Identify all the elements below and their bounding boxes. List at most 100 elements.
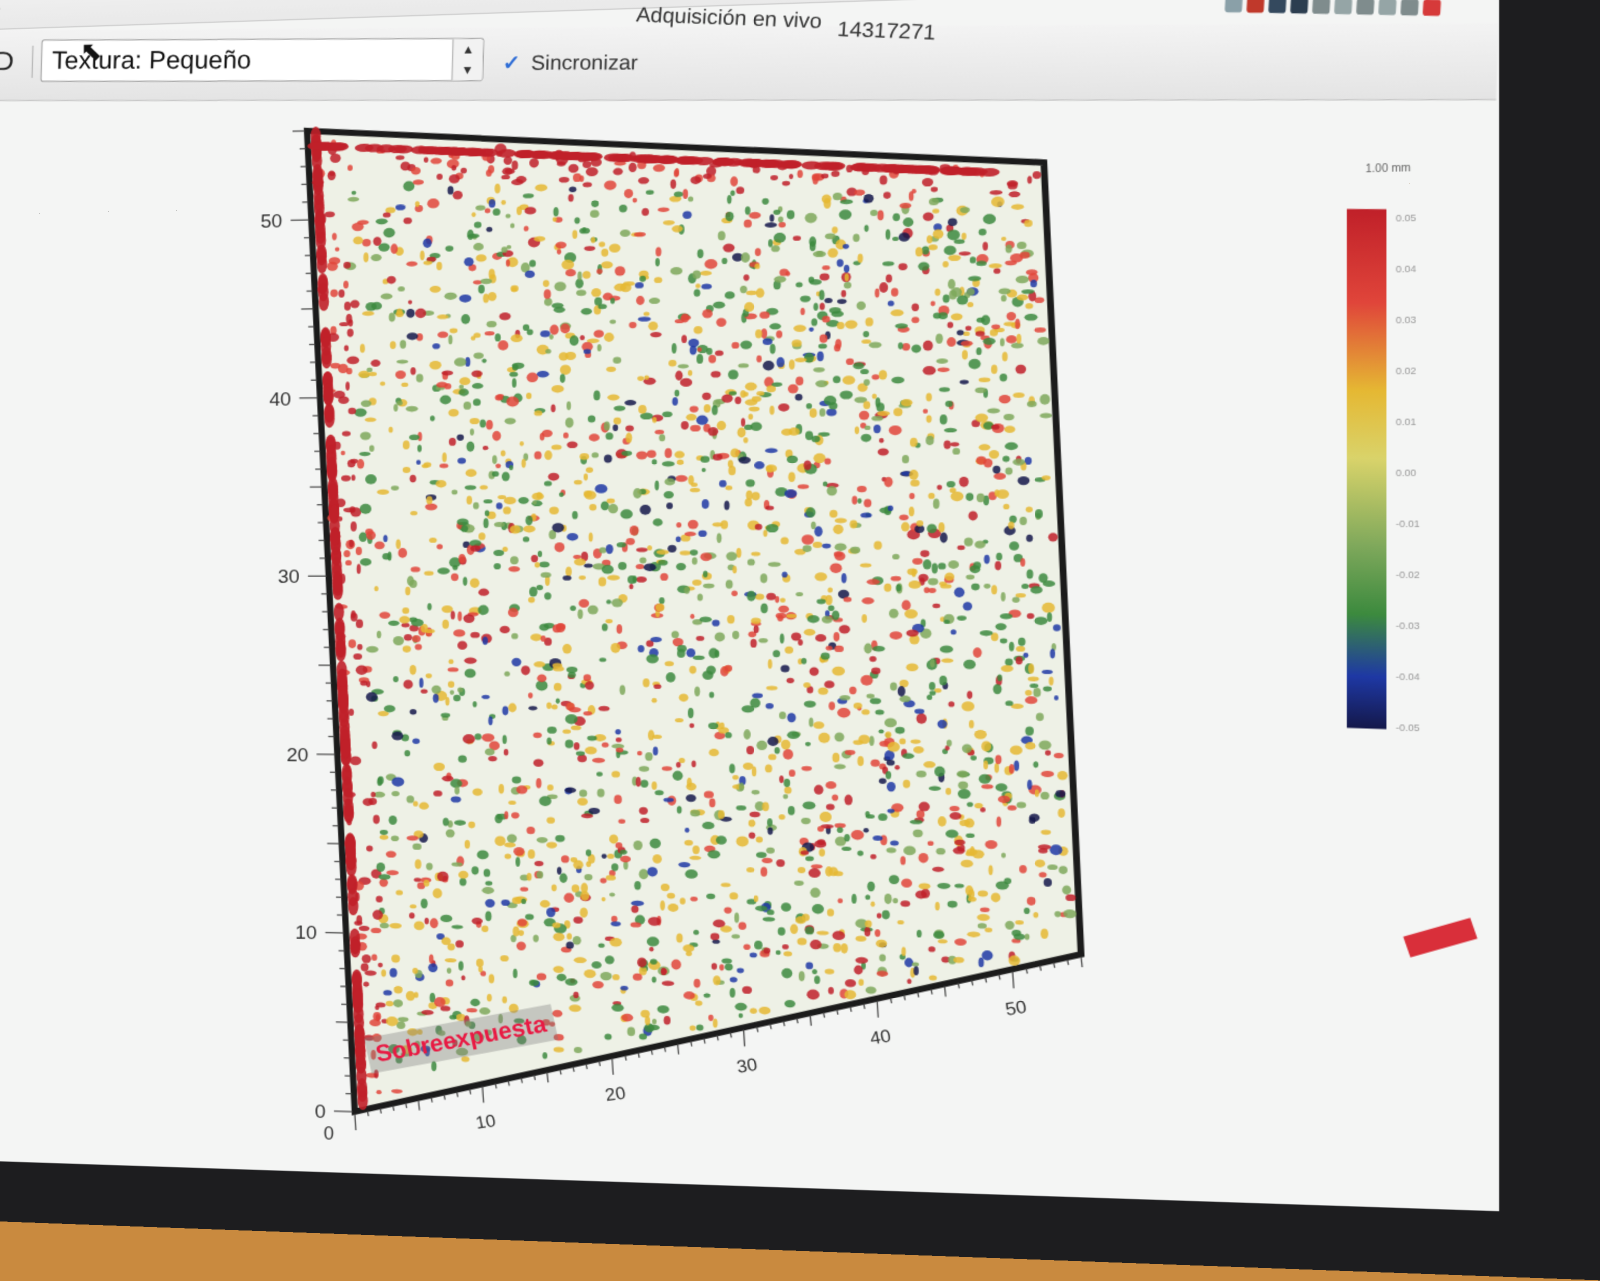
heatmap-cell: [433, 694, 439, 703]
heatmap-cell: [655, 604, 664, 612]
heatmap-plot[interactable]: 0102030405010203040500: [0, 0, 1499, 1211]
heatmap-cell: [532, 500, 536, 504]
heatmap-cell: [426, 673, 432, 678]
heatmap-cell: [480, 420, 486, 428]
heatmap-cell: [567, 533, 579, 541]
heatmap-cell: [616, 624, 622, 634]
heatmap-cell: [927, 524, 937, 533]
heatmap-cell: [640, 505, 651, 515]
heatmap-cell: [350, 506, 356, 513]
heatmap-cell: [852, 496, 858, 505]
heatmap-cell: [783, 749, 793, 760]
heatmap-cell: [426, 496, 432, 504]
heatmap-cell: [803, 545, 812, 552]
heatmap-cell: [801, 535, 813, 545]
heatmap-cell: [939, 582, 947, 586]
heatmap-cell: [523, 537, 530, 542]
heatmap-cell: [611, 643, 621, 653]
heatmap-cell: [926, 436, 934, 445]
heatmap-cell: [751, 618, 761, 625]
heatmap-cell: [586, 467, 593, 473]
heatmap-cell: [835, 543, 847, 551]
heatmap-cell: [959, 477, 969, 487]
heatmap-cell: [684, 532, 696, 537]
scale-readout: 1.00 mm: [1365, 163, 1410, 176]
heatmap-cell: [819, 408, 825, 416]
heatmap-cell: [827, 486, 837, 496]
heatmap-cell: [508, 608, 518, 617]
heatmap-cell: [813, 542, 823, 548]
heatmap-cell: [510, 556, 518, 564]
heatmap-cell: [773, 650, 780, 657]
heatmap-cell: [391, 486, 399, 491]
heatmap-cell: [735, 396, 742, 404]
heatmap-cell: [940, 415, 948, 425]
heatmap-cell: [643, 678, 650, 687]
heatmap-cell: [755, 524, 762, 530]
heatmap-cell: [410, 665, 417, 675]
heatmap-cell: [874, 541, 882, 550]
x-tick: [678, 1044, 679, 1054]
heatmap-cell: [531, 555, 538, 563]
heatmap-cell: [430, 415, 435, 421]
heatmap-cell: [607, 575, 619, 580]
heatmap-cell: [566, 703, 575, 711]
heatmap-cell: [465, 469, 476, 477]
heatmap-cell: [845, 273, 849, 281]
heatmap-cell: [744, 729, 751, 739]
heatmap-cell: [1050, 649, 1055, 659]
heatmap-cell: [731, 591, 737, 597]
heatmap-cell: [655, 258, 660, 267]
heatmap-cell: [1015, 319, 1020, 329]
x-tick: [547, 1072, 548, 1082]
heatmap-cell: [437, 544, 443, 549]
heatmap-cell: [552, 523, 564, 533]
heatmap-cell: [829, 510, 837, 518]
heatmap-cell: [900, 856, 905, 865]
heatmap-cell: [945, 573, 955, 581]
heatmap-cell: [818, 687, 828, 694]
heatmap-cell: [378, 776, 384, 784]
heatmap-cell: [559, 492, 564, 497]
heatmap-cell: [518, 497, 529, 504]
heatmap-cell: [579, 575, 586, 579]
x-tick: [1013, 971, 1014, 988]
heatmap-cell: [528, 693, 533, 699]
heatmap-cell: [822, 616, 833, 624]
heatmap-cell: [463, 577, 467, 586]
heatmap-cell: [442, 605, 453, 613]
heatmap-cell: [588, 605, 599, 614]
heatmap-cell: [637, 751, 642, 756]
heatmap-cell: [884, 583, 892, 591]
heatmap-cell: [369, 445, 374, 452]
heatmap-cell: [620, 685, 626, 695]
heatmap-cell: [448, 335, 452, 345]
heatmap-cell: [844, 795, 852, 806]
heatmap-cell: [996, 489, 1009, 498]
heatmap-cell: [903, 780, 910, 789]
heatmap-cell: [470, 545, 480, 552]
heatmap-cell: [1005, 658, 1013, 665]
heatmap-cell: [659, 434, 665, 441]
heatmap-cell: [653, 518, 663, 526]
heatmap-cell: [597, 344, 601, 351]
heatmap-cell: [933, 499, 939, 509]
heatmap-cell: [826, 646, 833, 651]
heatmap-cell: [1000, 638, 1007, 643]
heatmap-cell: [853, 703, 862, 709]
heatmap-cell: [929, 682, 935, 690]
heatmap-cell: [910, 480, 919, 487]
heatmap-cell: [416, 460, 421, 465]
heatmap-cell: [1016, 656, 1023, 664]
heatmap-cell: [909, 470, 918, 480]
heatmap-cell: [356, 619, 363, 628]
heatmap-cell: [766, 524, 779, 533]
heatmap-cell: [717, 421, 726, 430]
heatmap-cell: [787, 713, 796, 722]
heatmap-cell: [717, 533, 722, 543]
heatmap-cell: [356, 665, 368, 675]
origin-tick-label: 0: [324, 1123, 334, 1144]
heatmap-cell: [778, 606, 789, 613]
heatmap-cell: [618, 562, 627, 570]
heatmap-cell: [646, 654, 658, 663]
